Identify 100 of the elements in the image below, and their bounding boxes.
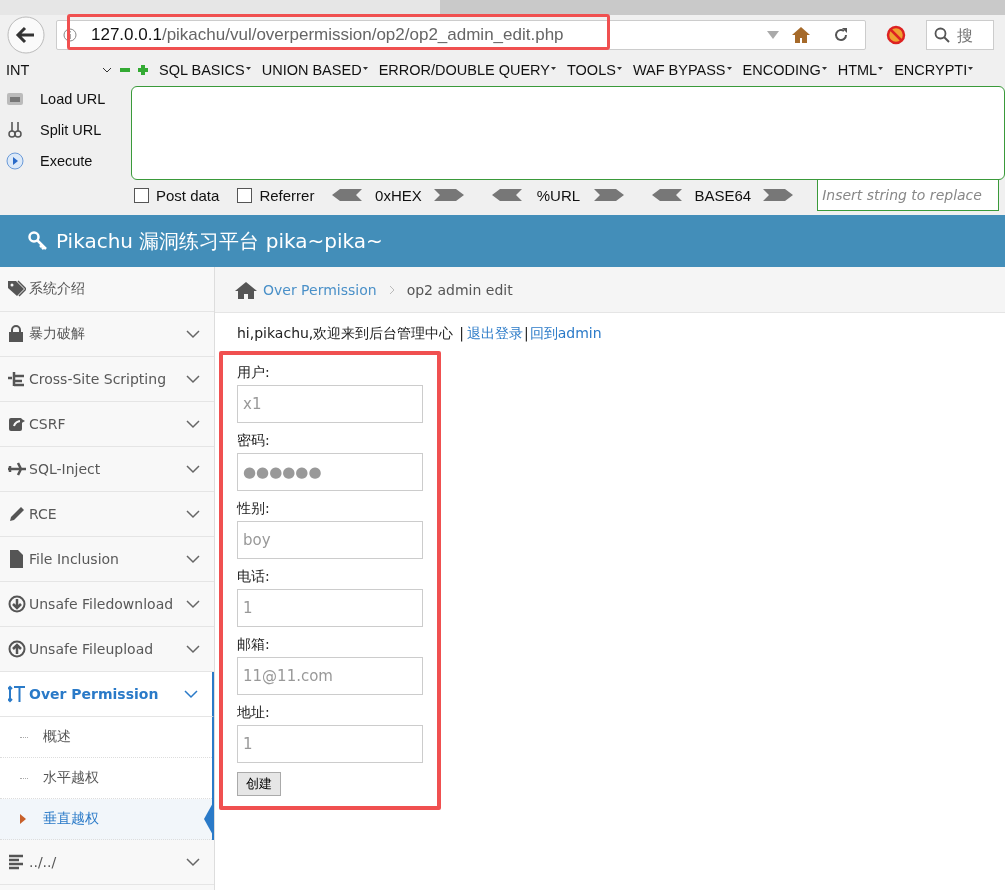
menu-button[interactable]: SQL BASICS [159,62,251,78]
menu-button[interactable]: ENCODING [742,62,827,78]
separator-text: | [524,325,529,341]
toolbar-button[interactable]: Load URL [40,91,106,107]
play-icon [6,152,24,170]
sidebar-item[interactable]: CSRF [0,402,214,447]
text-height-icon [8,685,26,703]
menu-button[interactable]: UNION BASED [261,62,368,78]
checkbox-label: Post data [156,186,220,204]
menu-button[interactable]: WAF BYPASS [632,62,732,78]
printer-icon [6,90,24,108]
file-icon [8,550,26,568]
reload-icon[interactable] [833,27,849,43]
left-arrow-button[interactable] [492,189,523,201]
search-icon [934,27,950,43]
caret-right-icon [20,814,26,824]
sidebar-item[interactable]: Over Permission [0,672,214,717]
admin-link[interactable]: 回到admin [529,325,602,341]
caret-icon [726,67,732,70]
caret-icon [551,67,556,70]
search-field[interactable]: 搜 [926,20,994,50]
chevron-down-icon [186,857,200,867]
dropdown-icon[interactable] [767,31,779,39]
toolbar-button[interactable]: Execute [40,153,93,169]
upload-icon [8,640,26,658]
caret-icon [821,67,827,70]
chevron-down-icon [186,509,200,519]
caret-icon [878,67,884,70]
home-icon[interactable] [791,26,811,44]
encoder-label: 0xHEX [374,186,423,204]
menu-button[interactable]: ERROR/DOUBLE QUERY [378,62,556,78]
chevron-down-icon [184,689,198,699]
blocked-icon[interactable] [886,25,906,45]
site-title: Pikachu 漏洞练习平台 pika~pika~ [56,227,383,255]
info-icon [63,28,77,42]
caret-icon [968,67,974,70]
hierarchy-icon [8,370,26,388]
chevron-down-icon [186,554,200,564]
sidebar-item[interactable]: RCE [0,492,214,537]
chevron-down-icon [186,374,200,384]
tags-icon [8,280,26,298]
right-arrow-button[interactable] [763,189,794,201]
sidebar-item[interactable]: 系统介绍 [0,267,214,312]
create-button[interactable]: 创建 [237,772,281,796]
encoder-label: %URL [535,186,582,204]
checkbox[interactable] [134,187,149,203]
field-label: 用户: [237,363,271,382]
chevron-down-icon [186,464,200,474]
share-icon [8,415,26,433]
sidebar-item[interactable]: Unsafe Filedownload [0,582,214,627]
back-button[interactable] [7,16,45,54]
home-icon [235,280,257,299]
caret-icon [616,67,622,70]
menu-button[interactable]: TOOLS [567,62,622,78]
right-arrow-button[interactable] [434,189,465,201]
chevron-down-icon [186,644,200,654]
caret-icon [245,67,251,70]
menu-button[interactable]: ENCRYPTI [894,62,974,78]
checkbox[interactable] [237,187,253,203]
url-text: 127.0.0.1/pikachu/vul/overpermission/op2/op2_admin_edit.php [90,25,564,45]
left-arrow-button[interactable] [652,189,683,201]
logout-link[interactable]: 退出登录 [467,325,524,341]
lock-icon [8,325,26,343]
caret-icon [362,67,368,70]
url-textarea[interactable] [131,86,1005,180]
download-icon [8,595,26,613]
chevron-down-icon [102,67,112,73]
sidebar-item[interactable]: File Inclusion [0,537,214,582]
checkbox-label: Referrer [259,186,315,204]
encoder-label: BASE64 [694,186,752,204]
plane-icon [8,460,26,478]
sidebar-item[interactable]: SQL-Inject [0,447,214,492]
field-label: 密码: [237,431,271,450]
welcome-text: hi,pikachu,欢迎来到后台管理中心 [237,325,454,341]
toolbar-button[interactable]: Split URL [40,122,102,138]
right-arrow-button[interactable] [594,189,625,201]
separator-text: | [459,325,465,341]
left-arrow-button[interactable] [332,189,363,201]
chevron-down-icon [186,419,200,429]
address-bar[interactable]: 127.0.0.1/pikachu/vul/overpermission/op2/op2_admin_edit.php [56,20,866,50]
replace-field[interactable]: Insert string to replace [817,179,1000,211]
plus-icon[interactable] [138,65,148,75]
submenu-item[interactable]: 概述 [0,717,212,758]
chevron-right-icon [388,284,395,295]
sidebar-item[interactable]: 暴力破解 [0,312,214,357]
scissors-icon [6,121,24,139]
chevron-down-icon [186,599,200,609]
select-box[interactable]: INT [6,62,112,78]
field-label: 电话: [237,567,271,586]
key-icon [28,231,48,251]
sidebar-item[interactable]: Cross-Site Scripting [0,357,214,402]
sidebar-item[interactable]: ../../ [0,840,214,885]
chevron-down-icon [186,329,200,339]
menu-button[interactable]: HTML [837,62,884,78]
align-left-icon [8,853,26,871]
field-label: 邮箱: [237,635,271,654]
pencil-icon [8,505,26,523]
submenu-item[interactable]: 垂直越权 [0,799,212,840]
minus-icon[interactable] [120,65,130,75]
field-label: 地址: [237,703,271,722]
